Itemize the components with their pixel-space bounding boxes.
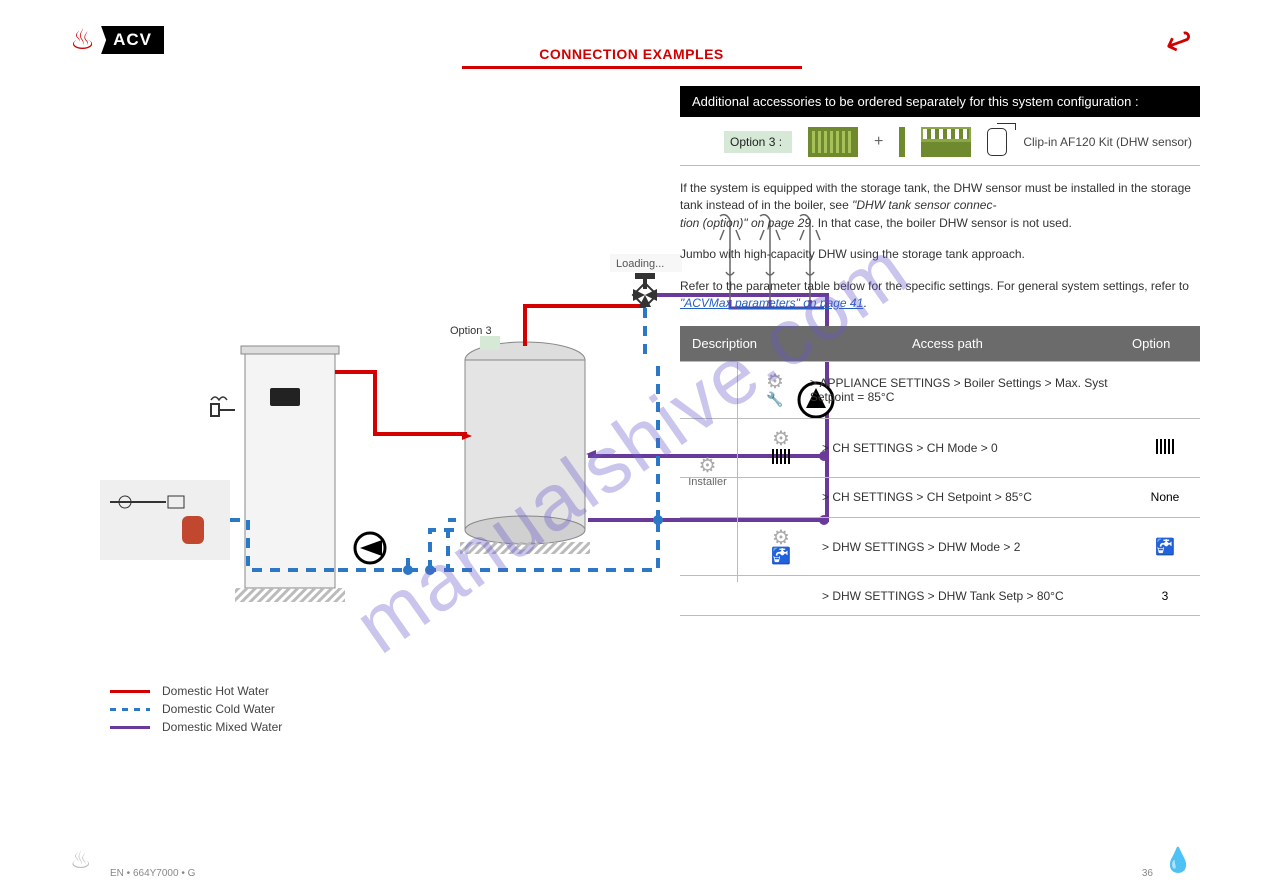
gear-icon: ⚙ [766, 372, 784, 392]
para1-link: "DHW tank sensor connec- [852, 198, 996, 212]
row4-opt: 3 [1130, 576, 1200, 615]
paragraph-1: If the system is equipped with the stora… [680, 180, 1200, 215]
option-kit-name: Clip-in AF120 Kit (DHW sensor) [1023, 135, 1192, 149]
brand-logo: ♨ ACV [70, 26, 164, 54]
page-title: CONNECTION EXAMPLES [462, 46, 802, 69]
title-underline [462, 66, 802, 69]
legend-cold: Domestic Cold Water [162, 702, 275, 716]
row2-opt: None [1130, 478, 1200, 517]
row0-path: ⚙🔧 > APPLIANCE SETTINGS > Boiler Setting… [740, 362, 1130, 417]
right-panel: Additional accessories to be ordered sep… [680, 86, 1200, 616]
th-description: Description [680, 326, 900, 361]
paragraph-1b: tion (option)" on page 29. In that case,… [680, 215, 1200, 232]
pcb-icon [808, 127, 858, 157]
option-row: Option 3 : + Clip-in AF120 Kit (DHW sens… [730, 127, 1200, 157]
footer-flame-icon: ♨ [70, 846, 92, 875]
para2b: . In that case, the boiler DHW sensor is… [811, 216, 1072, 230]
svg-text:Loading...: Loading... [616, 258, 664, 270]
tap-icon: 🚰 [771, 548, 791, 566]
legend-swatch-mix [110, 726, 150, 729]
legend-mix: Domestic Mixed Water [162, 720, 282, 734]
plus-icon: + [874, 133, 883, 151]
page-number: 36 [1142, 868, 1153, 879]
row3-path-text: > DHW SETTINGS > DHW Mode > 2 [822, 540, 1020, 554]
back-arrow-icon[interactable]: ↩ [1159, 18, 1199, 65]
para2a: tion (option)" on page 29 [680, 216, 811, 230]
doc-id: EN • 664Y7000 • G [110, 868, 195, 879]
row2-path-text: > CH SETTINGS > CH Setpoint > 85°C [822, 490, 1032, 504]
row4-path-text: > DHW SETTINGS > DHW Tank Setp > 80°C [822, 589, 1064, 603]
settings-row: ⚙Installer ⚙🔧 > APPLIANCE SETTINGS > Boi… [680, 361, 1200, 418]
row0-path-text: > APPLIANCE SETTINGS > Boiler Settings >… [810, 376, 1120, 404]
brand-name: ACV [101, 26, 164, 54]
para4b: . [863, 296, 866, 310]
legend-hot: Domestic Hot Water [162, 684, 269, 698]
radiator-icon [1156, 439, 1174, 457]
settings-table-header: Description Access path Option [680, 326, 1200, 361]
terminal-block-icon [921, 127, 971, 157]
th-option: Option [1120, 326, 1200, 361]
sensor-icon [987, 128, 1007, 156]
option-label: Option 3 : [724, 131, 792, 153]
page-title-text: CONNECTION EXAMPLES [539, 46, 724, 62]
para4a: Refer to the parameter table below for t… [680, 279, 1189, 293]
paragraph-3: Refer to the parameter table below for t… [680, 278, 1200, 313]
row1-path-text: > CH SETTINGS > CH Mode > 0 [822, 441, 998, 455]
params-link[interactable]: "ACVMax parameters" on page 41 [680, 296, 863, 310]
legend-swatch-hot [110, 690, 150, 693]
legend: Domestic Hot Water Domestic Cold Water D… [110, 680, 282, 738]
th-path: Access path [900, 326, 1120, 361]
legend-swatch-cold [110, 708, 150, 711]
settings-row: ⚙🚰 > DHW SETTINGS > DHW Mode > 2 🚰 [680, 518, 1200, 577]
settings-row: ⚙ > CH SETTINGS > CH Mode > 0 [680, 419, 1200, 478]
paragraph-2: Jumbo with high-capacity DHW using the s… [680, 246, 1200, 263]
settings-row: . > CH SETTINGS > CH Setpoint > 85°C Non… [680, 478, 1200, 518]
settings-row: . > DHW SETTINGS > DHW Tank Setp > 80°C … [680, 576, 1200, 616]
gear-icon: ⚙ [772, 528, 790, 548]
tap-icon: 🚰 [1155, 537, 1175, 557]
row0-opt [1130, 362, 1200, 417]
divider [680, 165, 1200, 166]
accessories-header: Additional accessories to be ordered sep… [680, 86, 1200, 117]
flame-icon: ♨ [70, 26, 95, 54]
radiator-icon [772, 449, 790, 467]
clip-bar-icon [899, 127, 905, 157]
svg-text:Option 3: Option 3 [450, 325, 492, 337]
footer-drop-icon: 💧 [1163, 846, 1193, 875]
gear-icon: ⚙ [772, 429, 790, 449]
